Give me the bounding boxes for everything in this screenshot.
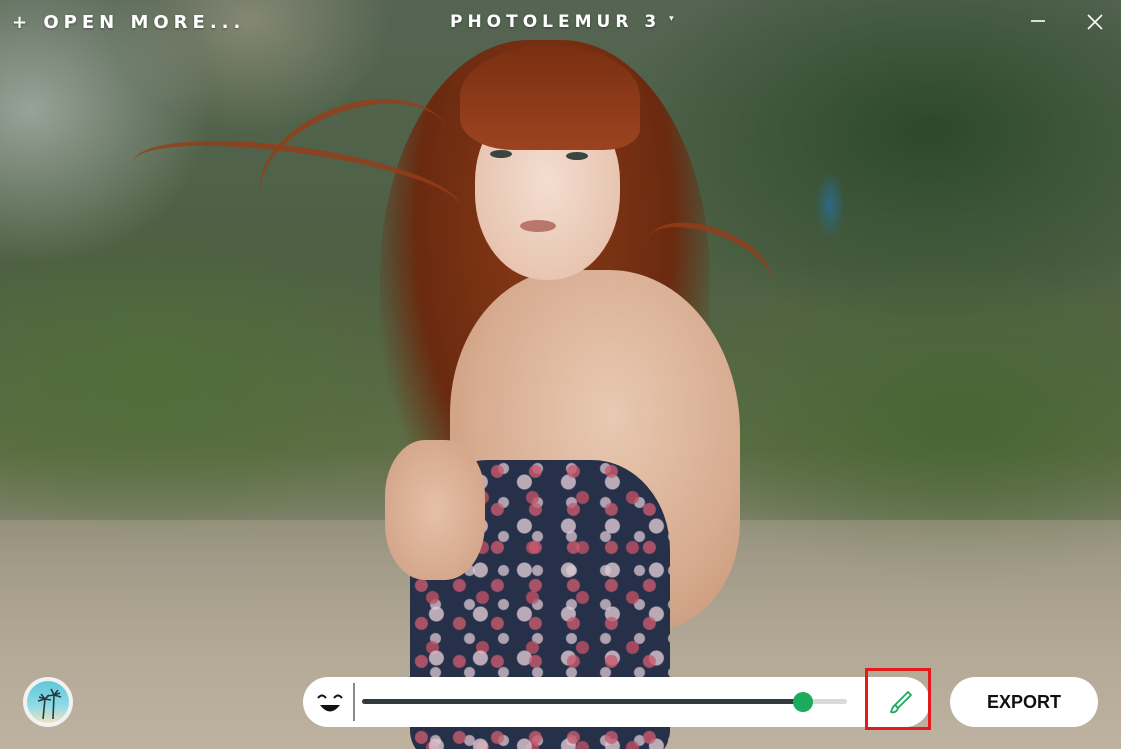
photo-background-detail [815, 170, 845, 240]
slider-fill [362, 699, 803, 704]
face-enhance-icon [317, 694, 343, 712]
photo-preview [0, 0, 1121, 749]
photo-subject-bangs [460, 45, 640, 150]
open-more-button[interactable]: + OPEN MORE... [12, 12, 245, 33]
minimize-button[interactable] [1024, 8, 1052, 36]
chevron-down-icon: ▾ [669, 14, 674, 24]
photo-subject-lips [520, 220, 556, 232]
close-icon [1087, 14, 1103, 30]
brush-highlight-box [865, 668, 931, 730]
divider [353, 683, 355, 721]
slider-handle[interactable] [793, 692, 813, 712]
close-button[interactable] [1081, 8, 1109, 36]
app-window: + OPEN MORE... PHOTOLEMUR 3 ▾ EXPORT [0, 0, 1121, 749]
photo-subject-hands [385, 440, 485, 580]
photo-subject-eye [566, 152, 588, 160]
export-button[interactable]: EXPORT [950, 677, 1098, 727]
app-title-menu[interactable]: PHOTOLEMUR 3 ▾ [450, 12, 674, 32]
title-bar: + OPEN MORE... PHOTOLEMUR 3 ▾ [0, 0, 1121, 44]
face-enhance-button[interactable] [314, 686, 346, 718]
enhancement-slider[interactable] [362, 692, 847, 712]
palm-tree-thumbnail-icon [27, 681, 69, 723]
enhancement-control-bar [303, 677, 930, 727]
image-thumbnail-button[interactable] [23, 677, 73, 727]
photo-subject-eye [490, 150, 512, 158]
minimize-icon [1031, 20, 1045, 22]
app-title-text: PHOTOLEMUR 3 [450, 12, 662, 32]
